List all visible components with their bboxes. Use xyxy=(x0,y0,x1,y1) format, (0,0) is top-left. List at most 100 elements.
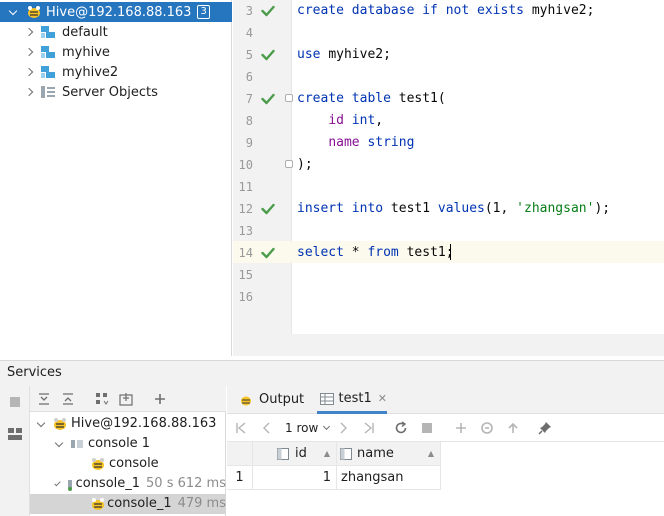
service-hive-connection[interactable]: Hive@192.168.88.163 xyxy=(30,414,226,434)
column-header-label: name xyxy=(357,446,394,461)
service-label: Hive@192.168.88.163 xyxy=(71,416,217,431)
tree-item-label: Server Objects xyxy=(62,84,158,100)
chevron-down-icon[interactable] xyxy=(8,6,18,15)
rows-selector-label: 1 row xyxy=(285,421,319,435)
line-number: 15 xyxy=(238,268,253,282)
chevron-right-icon[interactable] xyxy=(24,67,34,77)
expand-all-icon[interactable] xyxy=(36,391,52,407)
services-title: Services xyxy=(7,365,62,380)
add-service-icon[interactable] xyxy=(152,391,168,407)
line-number: 13 xyxy=(238,224,253,238)
code-token: (1, xyxy=(484,201,517,216)
code-token: create table xyxy=(297,91,399,106)
column-header-name[interactable]: name ▲ xyxy=(337,442,441,466)
hive-bee-icon xyxy=(92,458,104,470)
code-token: name xyxy=(328,135,368,150)
line-number: 3 xyxy=(245,4,253,18)
column-header-label: id xyxy=(295,446,307,461)
line-number: 4 xyxy=(245,26,253,40)
code-token: from xyxy=(367,245,407,260)
code-line[interactable]: use myhive2; xyxy=(297,44,391,66)
tree-item-label: default xyxy=(62,24,108,40)
service-label: console xyxy=(109,456,159,471)
next-page-icon[interactable] xyxy=(335,420,351,436)
sort-icon[interactable]: ▲ xyxy=(324,442,330,465)
chevron-right-icon[interactable] xyxy=(24,27,34,37)
tree-item-hive-connection[interactable]: Hive@192.168.88.163 3 xyxy=(0,2,232,22)
fold-marker[interactable] xyxy=(285,160,293,168)
column-icon xyxy=(277,448,289,460)
last-page-icon[interactable] xyxy=(361,420,377,436)
tree-item-myhive[interactable]: myhive xyxy=(0,42,232,62)
result-grid: id ▲ name ▲ 1 1 zhangsan xyxy=(227,442,664,516)
stop-icon[interactable] xyxy=(419,420,435,436)
tab-test1[interactable]: test1 ✕ xyxy=(317,386,387,414)
pin-tab-icon[interactable] xyxy=(537,420,553,436)
check-icon xyxy=(261,93,275,105)
fold-marker[interactable] xyxy=(285,94,293,102)
first-page-icon[interactable] xyxy=(233,420,249,436)
tree-item-myhive2[interactable]: myhive2 xyxy=(0,62,232,82)
stop-icon[interactable] xyxy=(7,394,23,410)
code-line[interactable]: name string xyxy=(297,132,414,154)
cell-name[interactable]: zhangsan xyxy=(337,466,441,490)
code-token: * xyxy=(351,245,368,260)
code-token: 'zhangsan' xyxy=(516,201,595,216)
line-number: 5 xyxy=(245,48,253,62)
column-header-id[interactable]: id ▲ xyxy=(253,442,337,466)
check-icon xyxy=(261,49,275,61)
chevron-down-icon[interactable] xyxy=(54,479,61,486)
chevron-right-icon[interactable] xyxy=(24,47,34,57)
revert-icon[interactable] xyxy=(479,420,495,436)
refresh-icon[interactable] xyxy=(393,420,409,436)
service-console[interactable]: console xyxy=(30,454,226,474)
add-row-icon[interactable] xyxy=(453,420,469,436)
schema-count-badge: 3 xyxy=(197,5,210,19)
tree-item-server-objects[interactable]: Server Objects xyxy=(0,82,232,102)
rows-selector[interactable]: 1 row xyxy=(285,420,331,436)
hive-bee-icon xyxy=(92,498,104,510)
close-icon[interactable]: ✕ xyxy=(378,385,387,413)
group-by-icon[interactable] xyxy=(94,391,110,407)
service-console-1-group[interactable]: console_1 50 s 612 ms xyxy=(30,474,226,494)
tab-label: test1 xyxy=(338,390,372,406)
schema-icon xyxy=(41,46,55,58)
tree-item-default[interactable]: default xyxy=(0,22,232,42)
code-line[interactable]: ); xyxy=(297,154,313,176)
server-objects-icon xyxy=(41,86,55,98)
output-icon xyxy=(241,396,251,406)
submit-icon[interactable] xyxy=(505,420,521,436)
services-side-toolbar xyxy=(0,386,30,516)
service-label: console_1 xyxy=(107,496,172,511)
code-token: , xyxy=(375,113,384,128)
column-icon xyxy=(340,448,352,460)
code-line[interactable]: create table test1( xyxy=(297,88,446,110)
code-line[interactable]: id int, xyxy=(297,110,383,132)
line-number: 16 xyxy=(238,290,253,304)
service-console-1[interactable]: console 1 xyxy=(30,434,226,454)
code-line[interactable]: insert into test1 values(1, 'zhangsan'); xyxy=(297,198,610,220)
session-active-icon xyxy=(67,480,72,491)
code-line[interactable]: select * from test1; xyxy=(297,242,454,264)
check-icon xyxy=(261,247,275,259)
chevron-down-icon[interactable] xyxy=(36,418,46,427)
service-console-1[interactable]: console_1 479 ms xyxy=(30,494,226,514)
code-token: insert into xyxy=(297,201,391,216)
previous-page-icon[interactable] xyxy=(259,420,275,436)
code-line[interactable]: create database if not exists myhive2; xyxy=(297,0,594,22)
tab-output[interactable]: Output xyxy=(239,386,315,414)
cell-id[interactable]: 1 xyxy=(253,466,337,490)
collapse-all-icon[interactable] xyxy=(60,391,76,407)
line-number: 9 xyxy=(245,136,253,150)
layout-icon[interactable] xyxy=(7,426,23,442)
sort-icon[interactable]: ▲ xyxy=(428,442,434,465)
code-token: test1 xyxy=(390,201,438,216)
chevron-down-icon[interactable] xyxy=(54,438,64,447)
grid-corner xyxy=(227,442,253,466)
line-number: 12 xyxy=(238,202,253,216)
filter-icon[interactable] xyxy=(118,391,134,407)
chevron-right-icon[interactable] xyxy=(24,87,34,97)
hive-bee-icon xyxy=(28,6,40,18)
